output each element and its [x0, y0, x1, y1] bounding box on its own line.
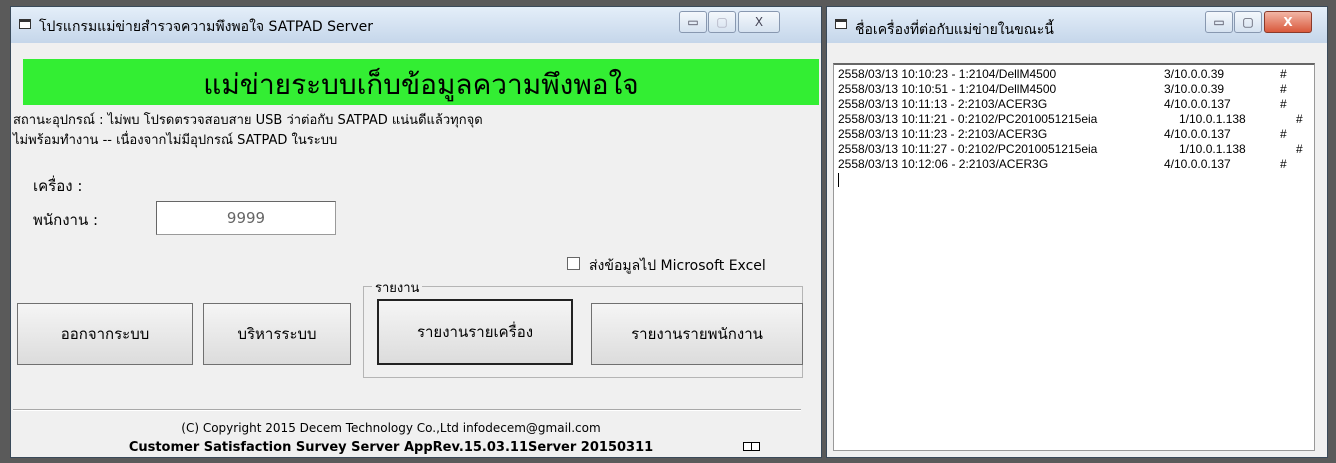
- keyboard-indicator-icon: [743, 442, 760, 451]
- version-text: Customer Satisfaction Survey Server AppR…: [128, 440, 654, 455]
- connection-mark: #: [1296, 142, 1303, 156]
- connection-entry: 2558/03/13 10:11:21 - 0:2102/PC201005121…: [838, 112, 1098, 126]
- minimize-button[interactable]: ▭: [1205, 11, 1233, 33]
- maximize-button[interactable]: ▢: [1234, 11, 1262, 33]
- connection-address: 4/10.0.0.137: [1164, 127, 1231, 141]
- connection-entry: 2558/03/13 10:11:27 - 0:2102/PC201005121…: [838, 142, 1098, 156]
- employee-label: พนักงาน :: [33, 211, 99, 229]
- connections-titlebar[interactable]: ชื่อเครื่องที่ต่อกับแม่ข่ายในขณะนี้ ▭ ▢ …: [827, 7, 1327, 43]
- window-icon: [835, 19, 847, 29]
- connection-entry: 2558/03/13 10:11:13 - 2:2103/ACER3G: [838, 97, 1048, 111]
- status-line: สถานะอุปกรณ์ : ไม่พบ โปรดตรวจสอบสาย USB …: [13, 113, 483, 128]
- connection-mark: #: [1280, 97, 1287, 111]
- connection-mark: #: [1280, 82, 1287, 96]
- list-item[interactable]: 2558/03/13 10:10:23 - 1:2104/DellM4500 3/…: [834, 67, 1314, 82]
- close-button[interactable]: X: [1264, 11, 1312, 33]
- connections-window-title: ชื่อเครื่องที่ต่อกับแม่ข่ายในขณะนี้: [855, 22, 1054, 38]
- ready-status-line: ไม่พร้อมทำงาน -- เนื่องจากไม่มีอุปกรณ์ S…: [13, 133, 338, 148]
- main-window-title: โปรแกรมแม่ข่ายสำรวจความพึงพอใจ SATPAD Se…: [39, 19, 374, 35]
- connection-entry: 2558/03/13 10:11:23 - 2:2103/ACER3G: [838, 127, 1048, 141]
- connection-address: 4/10.0.0.137: [1164, 97, 1231, 111]
- main-window-body: แม่ข่ายระบบเก็บข้อมูลความพึงพอใจ สถานะอุ…: [11, 43, 821, 457]
- connections-list[interactable]: 2558/03/13 10:10:23 - 1:2104/DellM4500 3/…: [833, 63, 1315, 451]
- list-item[interactable]: 2558/03/13 10:11:27 - 0:2102/PC201005121…: [834, 142, 1314, 157]
- connection-address: 1/10.0.1.138: [1179, 142, 1246, 156]
- main-titlebar[interactable]: โปรแกรมแม่ข่ายสำรวจความพึงพอใจ SATPAD Se…: [11, 7, 821, 43]
- connection-mark: #: [1280, 127, 1287, 141]
- connection-mark: #: [1296, 112, 1303, 126]
- banner-title: แม่ข่ายระบบเก็บข้อมูลความพึงพอใจ: [203, 68, 639, 101]
- maximize-button[interactable]: ▢: [708, 11, 736, 33]
- connection-entry: 2558/03/13 10:10:51 - 1:2104/DellM4500: [838, 82, 1057, 96]
- banner: แม่ข่ายระบบเก็บข้อมูลความพึงพอใจ: [23, 59, 819, 105]
- copyright-text: (C) Copyright 2015 Decem Technology Co.,…: [181, 421, 601, 435]
- connection-entry: 2558/03/13 10:10:23 - 1:2104/DellM4500: [838, 67, 1057, 81]
- connection-address: 4/10.0.0.137: [1164, 157, 1231, 171]
- connections-rows: 2558/03/13 10:10:23 - 1:2104/DellM4500 3/…: [834, 65, 1314, 172]
- report-by-machine-button[interactable]: รายงานรายเครื่อง: [377, 299, 573, 365]
- machine-label: เครื่อง :: [33, 177, 83, 195]
- list-item[interactable]: 2558/03/13 10:12:06 - 2:2103/ACER3G 4/10.…: [834, 157, 1314, 172]
- text-cursor: [838, 173, 839, 187]
- connection-mark: #: [1280, 67, 1287, 81]
- connection-mark: #: [1280, 157, 1287, 171]
- connection-entry: 2558/03/13 10:12:06 - 2:2103/ACER3G: [838, 157, 1049, 171]
- connection-address: 1/10.0.1.138: [1179, 112, 1246, 126]
- main-window: โปรแกรมแม่ข่ายสำรวจความพึงพอใจ SATPAD Se…: [10, 6, 822, 458]
- connections-window: ชื่อเครื่องที่ต่อกับแม่ข่ายในขณะนี้ ▭ ▢ …: [826, 6, 1328, 458]
- connection-address: 3/10.0.0.39: [1164, 82, 1225, 96]
- list-item[interactable]: 2558/03/13 10:11:23 - 2:2103/ACER3G 4/10.…: [834, 127, 1314, 142]
- excel-checkbox-label[interactable]: ส่งข้อมูลไป Microsoft Excel: [589, 255, 766, 277]
- window-icon: [19, 19, 31, 29]
- employee-field[interactable]: 9999: [156, 201, 336, 235]
- connection-address: 3/10.0.0.39: [1164, 67, 1225, 81]
- list-item[interactable]: 2558/03/13 10:10:51 - 1:2104/DellM4500 3/…: [834, 82, 1314, 97]
- minimize-button[interactable]: ▭: [679, 11, 707, 33]
- list-item[interactable]: 2558/03/13 10:11:21 - 0:2102/PC201005121…: [834, 112, 1314, 127]
- excel-checkbox[interactable]: [567, 257, 580, 270]
- logout-button[interactable]: ออกจากระบบ: [17, 303, 193, 365]
- report-by-employee-button[interactable]: รายงานรายพนักงาน: [591, 303, 803, 365]
- list-item[interactable]: 2558/03/13 10:11:13 - 2:2103/ACER3G 4/10.…: [834, 97, 1314, 112]
- footer-separator: [13, 409, 801, 411]
- close-button[interactable]: X: [738, 11, 780, 33]
- admin-button[interactable]: บริหารระบบ: [203, 303, 351, 365]
- report-group-label: รายงาน: [372, 277, 423, 298]
